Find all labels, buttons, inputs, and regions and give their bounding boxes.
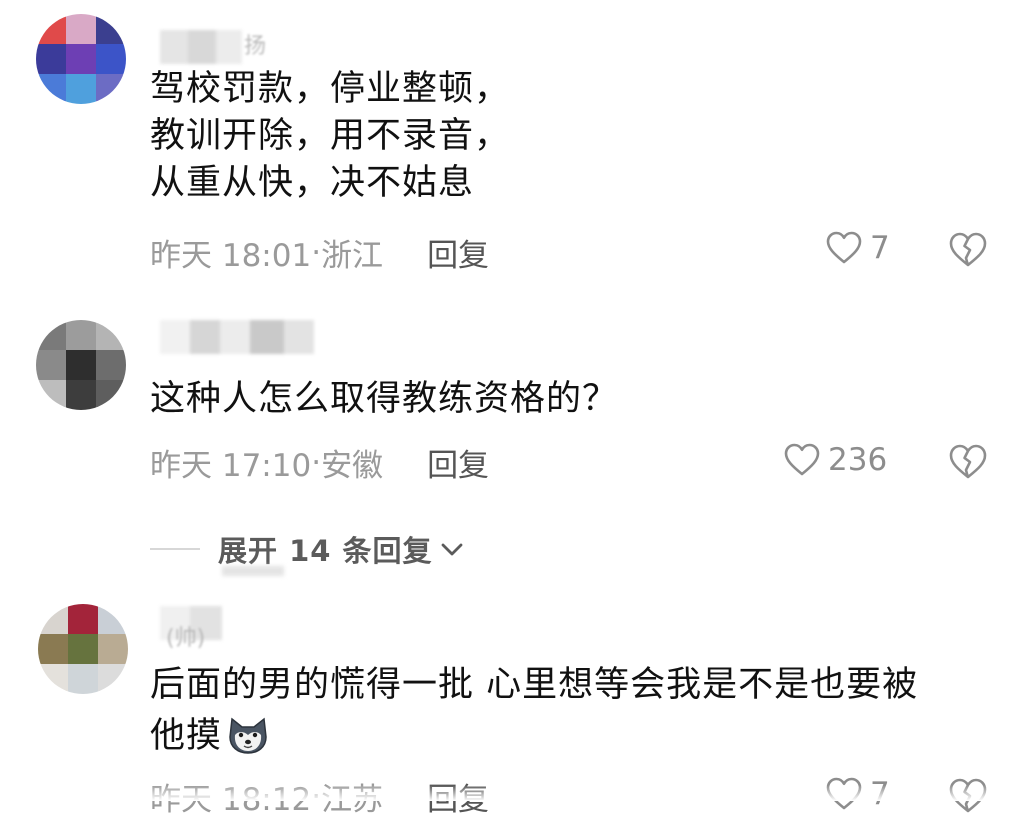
comment-line: 从重从快，决不姑息 xyxy=(150,163,475,203)
heart-outline-icon xyxy=(826,231,862,264)
reply-button[interactable]: 回复 xyxy=(427,440,489,485)
avatar[interactable] xyxy=(36,14,126,104)
comment-text: 驾校罚款，停业整顿， 教训开除，用不录音， 从重从快，决不姑息 xyxy=(150,66,510,207)
username-tail: 扬 xyxy=(244,34,267,59)
broken-heart-icon[interactable] xyxy=(948,442,988,482)
comment-location: 浙江 xyxy=(321,238,384,274)
like-button[interactable]: 236 xyxy=(784,442,887,478)
comment-1: 扬 驾校罚款，停业整顿， 教训开除，用不录音， 从重从快，决不姑息 昨天 18:… xyxy=(0,0,1024,290)
comment-text: 后面的男的慌得一批 心里想等会我是不是也要被 他摸 xyxy=(150,662,918,760)
comment-line: 教训开除，用不录音， xyxy=(150,116,511,156)
like-count: 7 xyxy=(870,230,890,266)
expand-replies-button[interactable]: 展开 14 条回复 xyxy=(150,528,465,570)
comment-text: 这种人怎么取得教练资格的？ xyxy=(150,376,618,423)
divider-line xyxy=(150,548,200,550)
comment-location: 安徽 xyxy=(321,448,384,484)
blurred-fragment xyxy=(222,566,284,576)
chevron-down-icon xyxy=(441,543,462,556)
comment-line: 他摸 xyxy=(150,716,223,756)
broken-heart-icon[interactable] xyxy=(948,230,988,270)
like-count: 236 xyxy=(828,442,888,478)
username-blurred[interactable] xyxy=(160,320,314,354)
husky-dog-emoji xyxy=(229,717,267,754)
username-tail: (帅) xyxy=(166,626,206,651)
avatar[interactable] xyxy=(36,320,126,410)
comment-3: (帅) 后面的男的慌得一批 心里想等会我是不是也要被 他摸 昨天 18:12 ·… xyxy=(0,590,1024,818)
comment-line: 后面的男的慌得一批 心里想等会我是不是也要被 xyxy=(150,665,919,705)
comment-line-with-emoji: 他摸 xyxy=(150,713,918,760)
comment-line: 驾校罚款，停业整顿， xyxy=(150,69,511,109)
comment-meta: 昨天 17:10 · 安徽 回复 xyxy=(150,440,489,485)
meta-separator: · xyxy=(311,234,322,271)
comment-meta: 昨天 18:01 · 浙江 回复 xyxy=(150,230,489,275)
username-blurred[interactable] xyxy=(160,30,242,64)
expand-replies-label: 展开 14 条回复 xyxy=(218,534,433,568)
meta-separator: · xyxy=(311,444,322,481)
heart-outline-icon xyxy=(784,443,820,476)
avatar[interactable] xyxy=(38,604,128,694)
reply-button[interactable]: 回复 xyxy=(427,230,489,275)
comment-line: 这种人怎么取得教练资格的？ xyxy=(150,379,619,419)
bottom-edge-fade xyxy=(0,785,1024,801)
comment-time: 昨天 18:01 xyxy=(150,238,312,274)
like-button[interactable]: 7 xyxy=(826,230,890,266)
comment-time: 昨天 17:10 xyxy=(150,448,312,484)
